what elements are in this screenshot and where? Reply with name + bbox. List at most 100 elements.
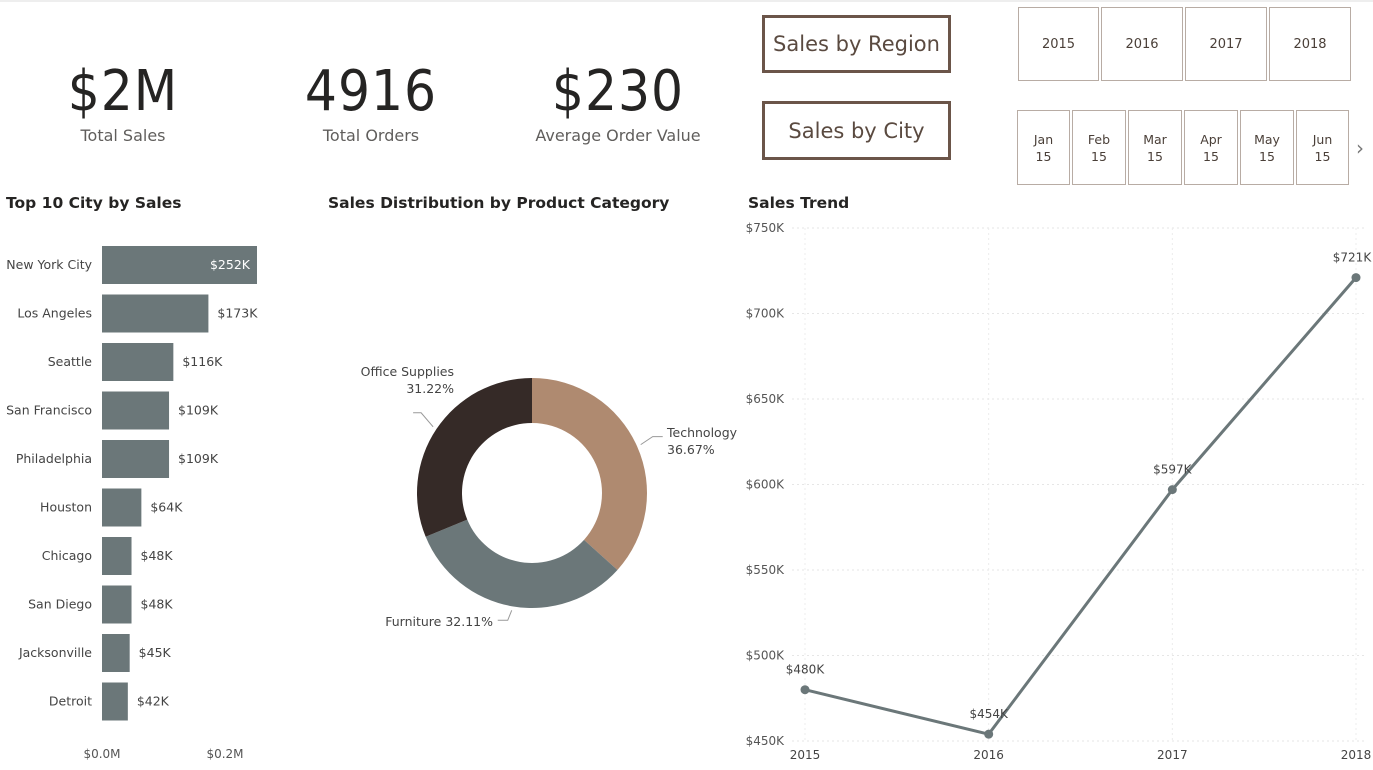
month-slicer-mar[interactable]: Mar 15 — [1128, 110, 1182, 185]
sales-by-city-button[interactable]: Sales by City — [762, 101, 951, 160]
x-tick-label: 2015 — [790, 748, 821, 762]
month-slicer-feb[interactable]: Feb 15 — [1072, 110, 1126, 185]
y-tick-label: $500K — [746, 649, 786, 663]
month-year-label: 15 — [1035, 148, 1052, 164]
data-value-label: $454K — [969, 707, 1009, 721]
donut-slice[interactable] — [417, 378, 532, 537]
city-bar-chart: New York City $252K Los Angeles $173K Seattl… — [6, 246, 258, 761]
y-tick-label: $700K — [746, 307, 786, 321]
x-tick-label: 2017 — [1157, 748, 1188, 762]
bar-value-label: $109K — [178, 451, 219, 466]
month-label: Jan — [1033, 131, 1054, 147]
year-slicer-2016[interactable]: 2016 — [1101, 7, 1183, 81]
bar-category-label: New York City — [6, 257, 92, 272]
month-slicer-may[interactable]: May 15 — [1240, 110, 1294, 185]
month-label: Apr — [1200, 131, 1222, 147]
trend-chart-title: Sales Trend — [748, 194, 850, 212]
kpi-label: Average Order Value — [535, 126, 701, 145]
year-slicer-2017[interactable]: 2017 — [1185, 7, 1267, 81]
kpi-value: $230 — [551, 59, 685, 124]
bar-category-label: Chicago — [42, 548, 92, 563]
sales-by-region-button[interactable]: Sales by Region — [762, 15, 951, 73]
month-year-label: 15 — [1091, 148, 1107, 164]
bar[interactable] — [102, 343, 174, 381]
kpi-value: $2M — [67, 59, 179, 124]
month-label: Jun — [1312, 131, 1333, 147]
top-border — [0, 0, 1373, 2]
data-value-label: $597K — [1153, 463, 1193, 477]
bar[interactable] — [102, 440, 170, 478]
bar[interactable] — [102, 634, 130, 672]
sales-trend-line-chart: $450K $500K $550K $600K $650K $700K $750K 2015 2… — [746, 221, 1373, 762]
kpi-value: 4916 — [304, 59, 438, 124]
kpi-total-sales: $2M Total Sales — [13, 59, 233, 146]
data-value-label: $480K — [786, 663, 826, 677]
leader-line — [497, 610, 513, 621]
kpi-average-order-value: $230 Average Order Value — [508, 59, 728, 146]
leader-line — [640, 436, 663, 446]
bar-category-label: San Diego — [28, 597, 92, 612]
slice-label-office-supplies: Office Supplies 31.22% — [361, 364, 454, 396]
bar-value-label: $42K — [137, 694, 170, 709]
month-label: Feb — [1087, 131, 1111, 147]
bar-category-label: Los Angeles — [17, 306, 92, 321]
bar[interactable] — [102, 391, 170, 430]
month-label: May — [1254, 131, 1280, 147]
month-label: Mar — [1143, 131, 1167, 147]
data-point[interactable] — [800, 685, 810, 695]
chevron-right-icon[interactable]: › — [1356, 138, 1370, 158]
bar[interactable] — [102, 488, 142, 527]
bar[interactable] — [102, 537, 132, 575]
y-tick-label: $750K — [746, 221, 786, 235]
year-slicer-2015[interactable]: 2015 — [1018, 7, 1099, 81]
x-tick-label: 2018 — [1341, 748, 1372, 762]
month-slicer-jun[interactable]: Jun 15 — [1296, 110, 1349, 185]
y-tick-label: $550K — [746, 563, 786, 577]
bar[interactable] — [102, 682, 128, 721]
bar-value-label: $252K — [210, 257, 251, 272]
kpi-total-orders: 4916 Total Orders — [261, 59, 481, 146]
donut-slice[interactable] — [532, 378, 647, 570]
bar[interactable] — [102, 585, 132, 624]
month-year-label: 15 — [1203, 148, 1219, 164]
bar[interactable] — [102, 294, 209, 333]
bar-category-label: Philadelphia — [16, 451, 92, 466]
category-chart-title: Sales Distribution by Product Category — [328, 194, 670, 212]
x-tick-label: $0.2M — [206, 747, 243, 761]
month-year-label: 15 — [1314, 148, 1331, 164]
year-slicer-2018[interactable]: 2018 — [1269, 7, 1351, 81]
bar-value-label: $64K — [150, 500, 183, 515]
data-value-label: $721K — [1333, 251, 1373, 265]
month-year-label: 15 — [1259, 148, 1275, 164]
city-chart-title: Top 10 City by Sales — [6, 194, 182, 212]
bar-value-label: $48K — [141, 597, 174, 612]
y-tick-label: $450K — [746, 734, 786, 748]
bar-value-label: $173K — [217, 306, 258, 321]
month-year-label: 15 — [1147, 148, 1163, 164]
bar-value-label: $109K — [178, 403, 219, 418]
slice-label-furniture: Furniture 32.11% — [385, 614, 493, 629]
bar-value-label: $48K — [141, 548, 174, 563]
bar-value-label: $116K — [182, 354, 223, 369]
x-tick-label: 2016 — [973, 748, 1004, 762]
data-point[interactable] — [984, 729, 994, 739]
x-tick-label: $0.0M — [83, 747, 120, 761]
month-slicer-apr[interactable]: Apr 15 — [1184, 110, 1238, 185]
leader-line — [413, 412, 434, 428]
donut-slice[interactable] — [425, 519, 618, 608]
data-point[interactable] — [1167, 485, 1177, 495]
kpi-label: Total Orders — [322, 126, 420, 145]
data-point[interactable] — [1351, 273, 1361, 283]
y-tick-label: $650K — [746, 392, 786, 406]
y-tick-label: $600K — [746, 478, 786, 492]
bar-category-label: Detroit — [49, 694, 92, 709]
bar-category-label: Jacksonville — [18, 645, 92, 660]
category-donut-chart: Technology 36.67% Furniture 32.11% Office S… — [361, 364, 738, 629]
bar-value-label: $45K — [139, 645, 172, 660]
bar-category-label: San Francisco — [6, 403, 92, 418]
bar-category-label: Seattle — [48, 354, 93, 369]
month-slicer-jan[interactable]: Jan 15 — [1017, 110, 1070, 185]
kpi-label: Total Sales — [80, 126, 166, 145]
bar-category-label: Houston — [40, 500, 92, 515]
trend-line — [804, 276, 1358, 736]
